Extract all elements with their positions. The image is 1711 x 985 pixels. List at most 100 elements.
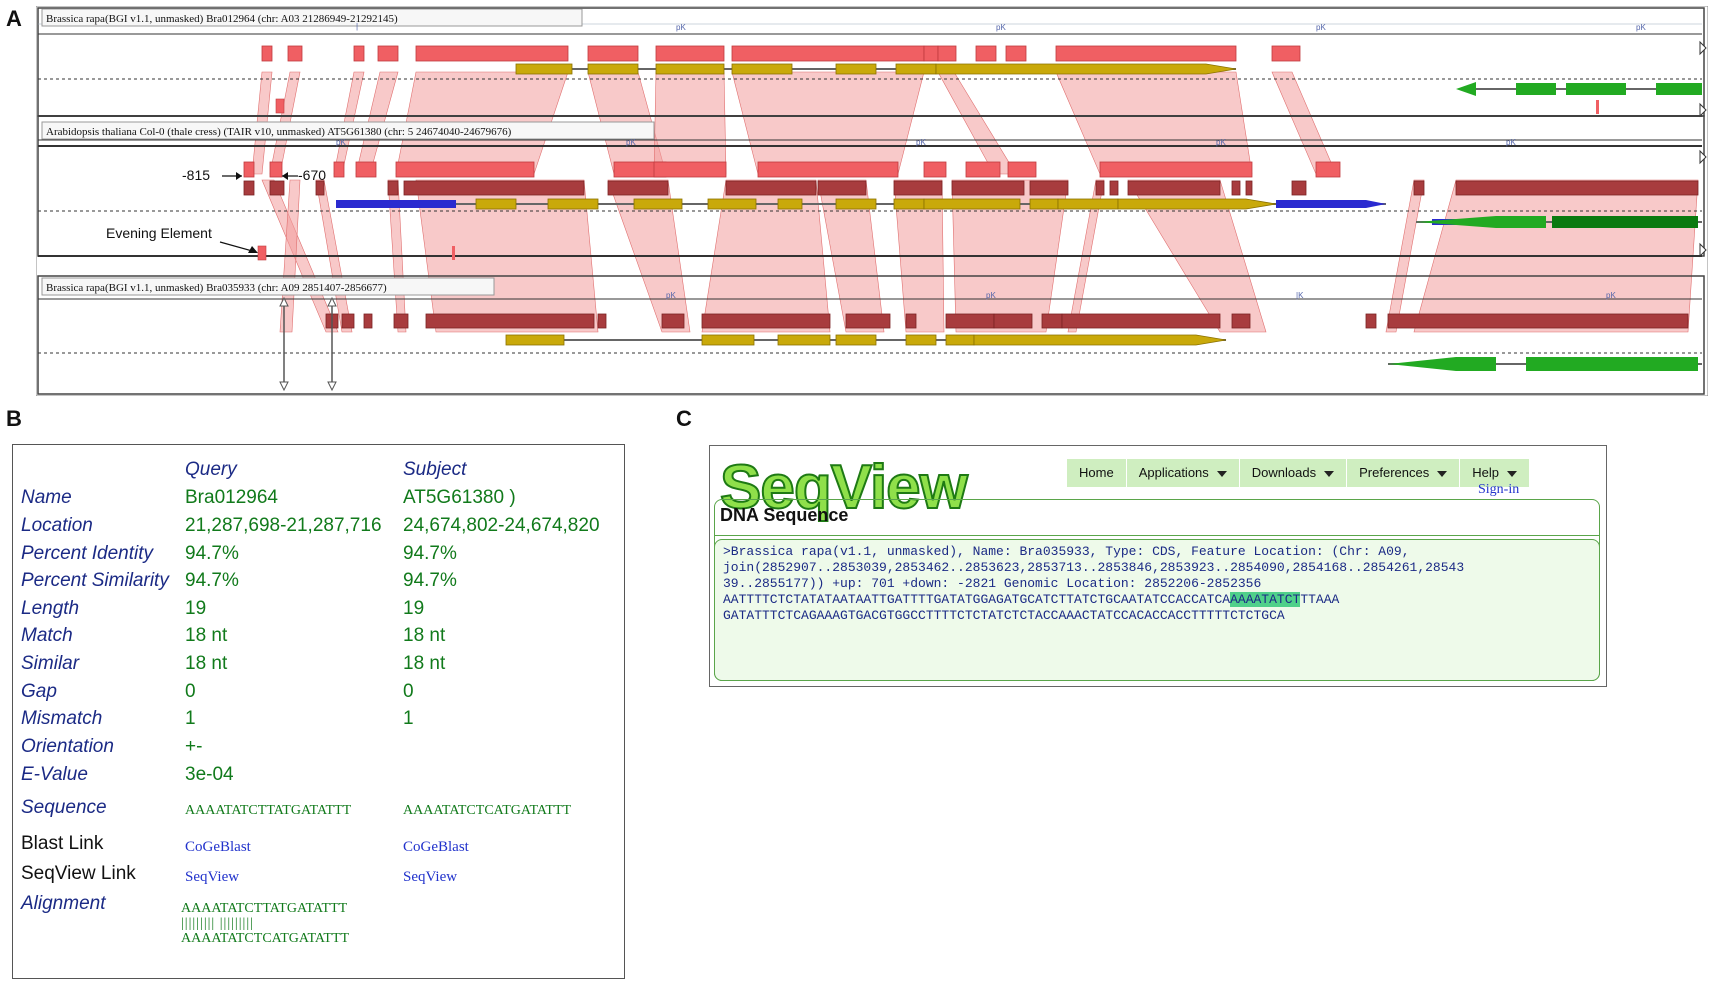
subject-sequence: AAAATATCTCATGATATTT: [403, 803, 572, 818]
track-2-hsps-bottom: [243, 180, 1699, 196]
query-cogeblast-link[interactable]: CoGeBlast: [185, 839, 251, 856]
hsp-row-label: Similar: [21, 653, 80, 674]
svg-text:pK: pK: [1606, 291, 1616, 300]
svg-text:pK: pK: [666, 291, 676, 300]
svg-text:pK: pK: [676, 23, 686, 32]
seqview-link-label: SeqView Link: [21, 863, 136, 884]
hsp-row-label: Mismatch: [21, 708, 103, 729]
caret-down-icon: [1506, 470, 1517, 477]
seq-header-line-2: join(2852907..2853039,2853462..2853623,2…: [723, 560, 1465, 575]
subject-cogeblast-link[interactable]: CoGeBlast: [403, 839, 469, 856]
hsp-row-subject-value: 0: [403, 681, 414, 702]
hsp-row-subject-value: 1: [403, 708, 414, 729]
query-seqview-link[interactable]: SeqView: [185, 869, 239, 886]
caret-down-icon: [1437, 470, 1448, 477]
signin-link[interactable]: Sign-in: [1478, 482, 1519, 498]
track-2-title: Arabidopsis thaliana Col-0 (thale cress)…: [46, 126, 512, 138]
svg-text:pK: pK: [1316, 23, 1326, 32]
hsp-row-query-value: 0: [185, 681, 196, 702]
sequence-textbox[interactable]: >Brassica rapa(v1.1, unmasked), Name: Br…: [714, 539, 1600, 681]
seq-header-line-3: 39..2855177)) +up: 701 +down: -2821 Geno…: [723, 576, 1262, 591]
hsp-row-label: Gap: [21, 681, 57, 702]
hsp-info-panel: Query Subject Name Bra012964 AT5G61380 ) Lo…: [12, 444, 625, 979]
query-sequence: AAAATATCTTATGATATTT: [185, 803, 352, 818]
menu-item-downloads[interactable]: Downloads: [1239, 459, 1348, 487]
menu-item-label: Downloads: [1251, 465, 1317, 480]
menu-item-label: Home: [1079, 465, 1114, 480]
alignment-top: AAAATATCTTATGATATTT: [181, 901, 348, 916]
svg-text:pK: pK: [916, 138, 926, 147]
hsp-row-subject-value: 24,674,802-24,674,820: [403, 515, 600, 536]
svg-text:|: |: [356, 22, 358, 31]
alignment-bottom: AAAATATCTCATGATATTT: [181, 931, 350, 946]
hsp-row-subject-value: 19: [403, 598, 425, 619]
blast-link-label: Blast Link: [21, 833, 104, 854]
panel-letter-c: C: [676, 406, 692, 431]
hsp-row-subject-value: 94.7%: [403, 543, 457, 564]
hsp-row-label: Percent Similarity: [21, 570, 169, 591]
sequence-text: >Brassica rapa(v1.1, unmasked), Name: Br…: [723, 544, 1593, 624]
track-1-gene-exons: [515, 63, 1237, 75]
hsp-row-label: Percent Identity: [21, 543, 154, 564]
menu-item-label: Preferences: [1359, 465, 1430, 480]
hsp-row-label: Name: [21, 487, 72, 508]
svg-text:pK: pK: [626, 138, 636, 147]
svg-text:pK: pK: [1506, 138, 1516, 147]
svg-text:pK: pK: [996, 23, 1006, 32]
hsp-row-query-value: 94.7%: [185, 570, 239, 591]
svg-text:pK: pK: [1216, 138, 1226, 147]
subject-seqview-link[interactable]: SeqView: [403, 869, 457, 886]
svg-text:pK: pK: [986, 291, 996, 300]
hsp-row-query-value: Bra012964: [185, 487, 278, 508]
sequence-label: Sequence: [21, 797, 107, 818]
menu-item-preferences[interactable]: Preferences: [1347, 459, 1461, 487]
menu-item-home[interactable]: Home: [1067, 459, 1127, 487]
dna-sequence-title: DNA Sequence: [720, 505, 849, 525]
gevo-canvas: Brassica rapa(BGI v1.1, unmasked) Bra012…: [36, 6, 1708, 396]
hsp-row-query-value: 19: [185, 598, 207, 619]
hsp-row-label: E-Value: [21, 764, 88, 785]
track-3-hsps: [325, 313, 1689, 329]
label-minus-670: -670: [298, 167, 326, 183]
svg-text:pK: pK: [1636, 23, 1646, 32]
hsp-row-subject-value: 94.7%: [403, 570, 457, 591]
alignment-bars: ||||||||| |||||||||: [181, 916, 254, 931]
svg-text:|K: |K: [1296, 291, 1304, 300]
panel-letter-a: A: [6, 6, 22, 31]
seqview-panel: SeqView Home Applications Downloads Prefere…: [709, 445, 1607, 687]
track-1-hsps: [261, 45, 1301, 62]
hsp-row-subject-value: 18 nt: [403, 653, 446, 674]
hsp-row-label: Orientation: [21, 736, 114, 757]
evening-element-highlight: AAAATATCT: [1230, 592, 1301, 607]
label-minus-815: -815: [182, 167, 210, 183]
hsp-row-query-value: 21,287,698-21,287,716: [185, 515, 382, 536]
label-evening-element: Evening Element: [106, 225, 212, 241]
track-2-hsps-top: [243, 161, 1341, 178]
seq-line-4-post: TTAAA: [1300, 592, 1340, 607]
track-3-title: Brassica rapa(BGI v1.1, unmasked) Bra035…: [46, 282, 387, 294]
hsp-row-subject-value: AT5G61380 ): [403, 487, 516, 508]
dna-title-divider: [715, 535, 1599, 536]
seq-line-4: AATTTTCTCTATATAATAATTGATTTTGATATGGAGATGC…: [723, 592, 1593, 608]
hsp-row-query-value: +-: [185, 736, 203, 757]
hsp-row-query-value: 18 nt: [185, 625, 228, 646]
menu-item-label: Help: [1472, 465, 1499, 480]
hsp-row-subject-value: 18 nt: [403, 625, 446, 646]
hsp-row-label: Match: [21, 625, 73, 646]
seq-header-line-1: >Brassica rapa(v1.1, unmasked), Name: Br…: [723, 544, 1410, 559]
track-2-gene: [336, 198, 1386, 210]
query-header: Query: [185, 459, 237, 480]
alignment-block: AAAATATCTTATGATATTT ||||||||| ||||||||| …: [181, 901, 349, 946]
main-menu: Home Applications Downloads Preferences Help: [1067, 459, 1530, 487]
panel-letter-b: B: [6, 406, 22, 431]
gevo-panel: Brassica rapa(BGI v1.1, unmasked) Bra012…: [36, 6, 1708, 396]
caret-down-icon: [1216, 470, 1227, 477]
subject-header: Subject: [403, 459, 467, 480]
seq-line-5: GATATTTCTCAGAAAGTGACGTGGCCTTTTCTCTATCTCT…: [723, 608, 1285, 623]
hsp-row-label: Location: [21, 515, 93, 536]
hsp-row-query-value: 1: [185, 708, 196, 729]
hsp-row-query-value: 3e-04: [185, 764, 234, 785]
menu-item-applications[interactable]: Applications: [1126, 459, 1240, 487]
hsp-row-query-value: 18 nt: [185, 653, 228, 674]
alignment-label: Alignment: [21, 893, 106, 914]
